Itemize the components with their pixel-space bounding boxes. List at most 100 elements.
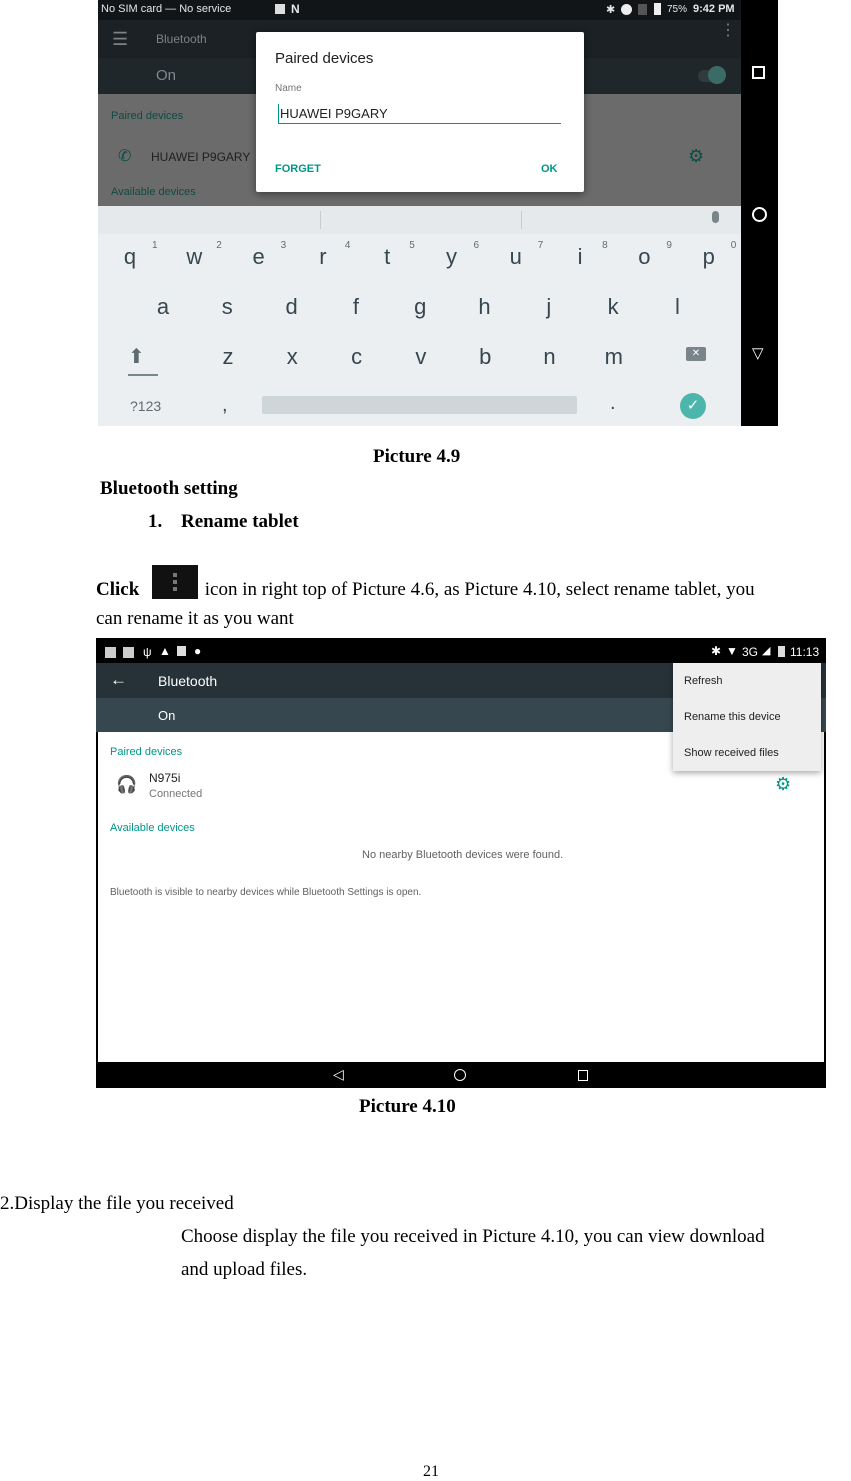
home-icon[interactable] — [454, 1069, 466, 1081]
item-2-body-line-2: and upload files. — [181, 1259, 308, 1280]
battery-icon — [778, 646, 785, 657]
no-sim-icon — [638, 4, 647, 15]
paragraph-1-line-2: can rename it as you want — [96, 608, 294, 629]
key-l[interactable]: l — [657, 294, 697, 320]
comma-key[interactable]: , — [222, 394, 228, 417]
key-k[interactable]: k — [593, 294, 633, 320]
key-p[interactable]: p — [689, 244, 729, 270]
paragraph-1-text: icon in right top of Picture 4.6, as Pic… — [200, 579, 755, 600]
app-bar-title: Bluetooth — [158, 673, 218, 689]
name-input-value: HUAWEI P9GARY — [280, 106, 388, 121]
usb-icon: ψ — [143, 645, 152, 659]
overflow-menu-icon — [152, 565, 199, 599]
hamburger-menu-icon[interactable]: ☰ — [112, 29, 128, 50]
backspace-key[interactable]: ✕ — [686, 347, 706, 361]
key-d[interactable]: d — [272, 294, 312, 320]
key-t[interactable]: t — [367, 244, 407, 270]
battery-charging-icon — [654, 3, 661, 15]
paired-device-status: Connected — [149, 788, 203, 800]
key-hint-5: 5 — [409, 240, 415, 251]
lock-icon — [177, 646, 186, 656]
overflow-menu-icon[interactable]: ⋮ — [720, 23, 736, 39]
key-s[interactable]: s — [207, 294, 247, 320]
picture-4-10-screenshot: ψ ▲ ● ✱ ▼ 3G ◢ 11:13 ← Bluetooth On Pair… — [96, 638, 826, 1088]
key-c[interactable]: c — [337, 344, 377, 370]
key-h[interactable]: h — [465, 294, 505, 320]
n-icon: N — [291, 2, 300, 16]
shift-key[interactable]: ⬆ — [128, 344, 145, 369]
status-bar: No SIM card — No service N ✱ 75% 9:42 PM — [98, 0, 741, 20]
menu-item-refresh[interactable]: Refresh — [684, 675, 723, 687]
key-a[interactable]: a — [143, 294, 183, 320]
key-hint-2: 2 — [216, 240, 222, 251]
divider — [320, 211, 321, 229]
gear-icon[interactable]: ⚙ — [688, 146, 704, 167]
battery-percent: 75% — [667, 4, 688, 15]
key-x[interactable]: x — [272, 344, 312, 370]
back-arrow-icon[interactable]: ← — [110, 670, 127, 690]
key-hint-8: 8 — [602, 240, 608, 251]
warning-icon: ▲ — [159, 644, 171, 658]
key-j[interactable]: j — [529, 294, 569, 320]
key-v[interactable]: v — [401, 344, 441, 370]
key-e[interactable]: e — [239, 244, 279, 270]
settings-content: Paired devices 🎧 N975i Connected ⚙ Avail… — [98, 732, 824, 1062]
forget-button[interactable]: FORGET — [275, 163, 321, 175]
ok-button[interactable]: OK — [541, 163, 558, 175]
divider — [521, 211, 522, 229]
signal-icon: ◢ — [762, 645, 771, 657]
paired-devices-dialog: Paired devices Name HUAWEI P9GARY FORGET… — [256, 32, 584, 192]
click-word: Click — [96, 579, 140, 600]
wifi-icon: ▼ — [726, 644, 738, 658]
keyboard: ⬆ ✕ ?123 , . ✓ q1 w2 e3 r4 t5 y6 u7 i8 o9 p0 asdfg… — [98, 234, 741, 426]
back-icon[interactable]: ▽ — [752, 344, 764, 363]
key-m[interactable]: m — [594, 344, 634, 370]
symbols-key[interactable]: ?123 — [130, 398, 161, 414]
microphone-icon[interactable] — [712, 211, 719, 223]
section-heading: Bluetooth setting — [100, 478, 238, 499]
item-1-number: 1. — [148, 511, 163, 532]
name-field-label: Name — [275, 83, 302, 94]
home-icon[interactable] — [752, 207, 767, 222]
key-r[interactable]: r — [303, 244, 343, 270]
key-hint-4: 4 — [344, 240, 351, 251]
paired-device-name: N975i — [149, 771, 181, 785]
toggle-label: On — [156, 67, 177, 84]
done-checkmark-icon[interactable]: ✓ — [680, 393, 706, 419]
navigation-bar: ▽ — [741, 0, 778, 426]
available-devices-header: Available devices — [111, 186, 196, 198]
key-hint-6: 6 — [473, 240, 480, 251]
recents-icon[interactable] — [752, 66, 765, 79]
key-q[interactable]: q — [110, 244, 150, 270]
navigation-bar: ◁ — [96, 1062, 826, 1088]
picture-4-9-screenshot: No SIM card — No service N ✱ 75% 9:42 PM… — [98, 0, 778, 426]
space-bar[interactable] — [262, 396, 577, 414]
period-key[interactable]: . — [610, 392, 616, 415]
menu-item-rename-device[interactable]: Rename this device — [684, 711, 781, 723]
key-w[interactable]: w — [174, 244, 214, 270]
network-type: 3G — [742, 645, 759, 659]
key-f[interactable]: f — [336, 294, 376, 320]
back-icon[interactable]: ◁ — [333, 1066, 344, 1083]
key-n[interactable]: n — [530, 344, 570, 370]
menu-item-show-received-files[interactable]: Show received files — [684, 747, 779, 759]
item-2-body-line-1: Choose display the file you received in … — [181, 1226, 765, 1247]
toggle-thumb[interactable] — [708, 66, 726, 84]
paired-device-name: HUAWEI P9GARY — [151, 150, 251, 164]
key-y[interactable]: y — [432, 244, 472, 270]
android-icon: ● — [194, 644, 202, 658]
paired-device-row[interactable]: 🎧 N975i Connected ⚙ — [98, 766, 824, 806]
key-i[interactable]: i — [560, 244, 600, 270]
name-input[interactable]: HUAWEI P9GARY — [278, 104, 561, 124]
gear-icon[interactable]: ⚙ — [775, 774, 791, 795]
key-u[interactable]: u — [496, 244, 536, 270]
clock: 9:42 PM — [693, 3, 735, 15]
shift-underline — [128, 374, 158, 376]
key-z[interactable]: z — [208, 344, 248, 370]
key-o[interactable]: o — [624, 244, 664, 270]
key-g[interactable]: g — [400, 294, 440, 320]
notification-icon — [105, 647, 116, 658]
recents-icon[interactable] — [578, 1070, 588, 1081]
toggle-label: On — [158, 708, 176, 723]
key-b[interactable]: b — [465, 344, 505, 370]
